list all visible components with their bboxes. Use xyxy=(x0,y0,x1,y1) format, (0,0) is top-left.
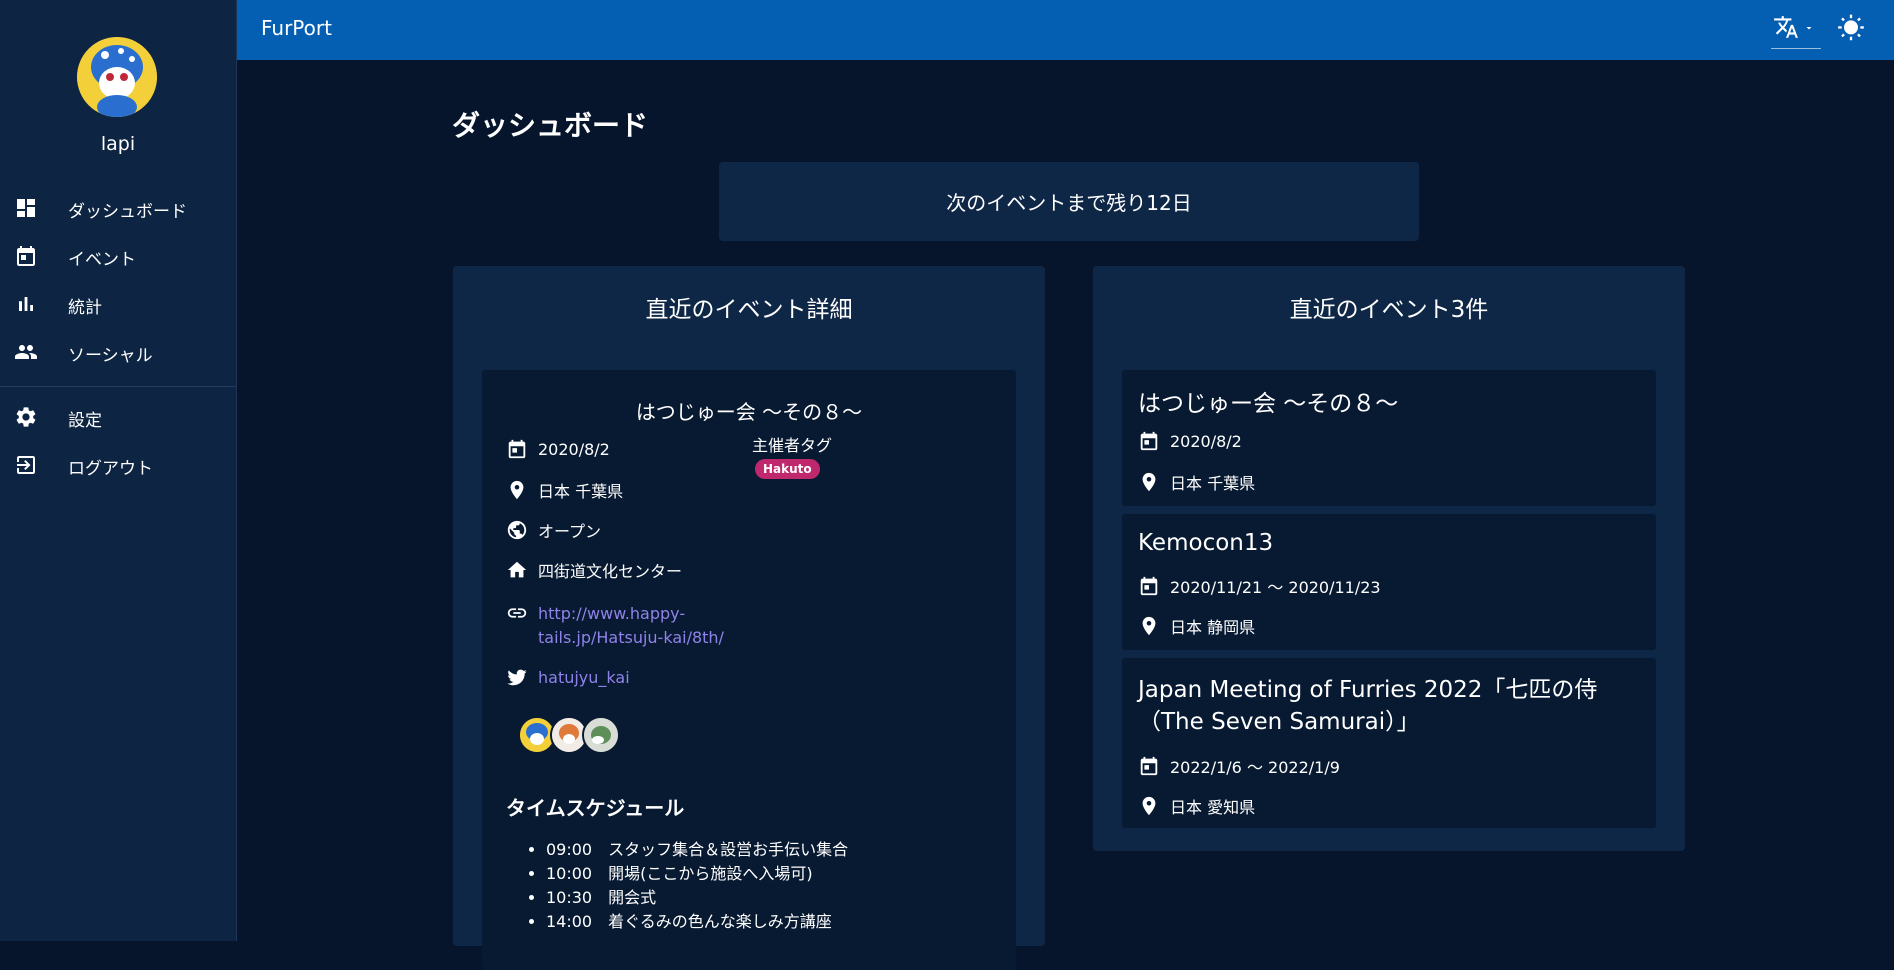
location-pin-icon xyxy=(1142,616,1156,636)
sidebar-item-label: イベント xyxy=(68,250,136,270)
event-twitter-row: hatujyu_kai xyxy=(506,666,630,688)
upcoming-event-location: 日本 静岡県 xyxy=(1170,618,1256,637)
upcoming-event-location: 日本 千葉県 xyxy=(1170,474,1256,493)
event-twitter-link[interactable]: hatujyu_kai xyxy=(538,668,630,687)
upcoming-event-title-line: （The Seven Samurai）」 xyxy=(1138,709,1420,735)
calendar-icon xyxy=(1140,756,1158,776)
event-location: 日本 千葉県 xyxy=(538,482,624,501)
upcoming-event-title: はつじゅー会 ～その８～ xyxy=(1138,391,1399,417)
event-location-row: 日本 千葉県 xyxy=(506,478,623,502)
upcoming-event-date: 2022/1/6 ～ 2022/1/9 xyxy=(1170,758,1340,777)
sidebar-item-statistics[interactable]: 統計 xyxy=(0,280,236,328)
people-icon xyxy=(15,345,37,359)
upcoming-event-location-row: 日本 静岡県 xyxy=(1138,614,1255,638)
card-title: 直近のイベント3件 xyxy=(1289,297,1489,323)
upcoming-event-item[interactable]: Japan Meeting of Furries 2022「七匹の侍 （The … xyxy=(1122,658,1656,828)
card-title: 直近のイベント詳細 xyxy=(645,297,853,323)
sidebar-item-label: 統計 xyxy=(68,298,102,318)
event-date: 2020/8/2 xyxy=(538,439,610,459)
event-venue: 四街道文化センター xyxy=(538,562,683,581)
upcoming-events-card: 直近のイベント3件 はつじゅー会 ～その８～ 2020/8/2 日本 千葉県 K… xyxy=(1093,266,1685,851)
sidebar-item-settings[interactable]: 設定 xyxy=(0,393,236,441)
location-pin-icon xyxy=(1142,796,1156,816)
schedule-item: 14:00 着ぐるみの色んな楽しみ方講座 xyxy=(546,910,848,934)
sidebar-divider xyxy=(0,386,236,387)
sidebar-item-label: ダッシュボード xyxy=(68,202,187,222)
event-detail-panel: はつじゅー会 ～その８～ 2020/8/2 日本 千葉県 オープン 四街道文化セ… xyxy=(482,370,1016,970)
schedule-list: 09:00 スタッフ集合＆設営お手伝い集合 10:00 開場(ここから施設へ入場… xyxy=(526,838,848,934)
upcoming-event-title-line: Japan Meeting of Furries 2022「七匹の侍 xyxy=(1138,677,1598,703)
upcoming-event-title: Japan Meeting of Furries 2022「七匹の侍 （The … xyxy=(1138,674,1597,738)
upcoming-event-date: 2020/8/2 xyxy=(1170,431,1242,451)
upcoming-event-date-row: 2020/8/2 xyxy=(1138,430,1242,452)
sidebar-item-label: ソーシャル xyxy=(68,346,153,366)
page-title: ダッシュボード xyxy=(452,109,649,142)
event-name: はつじゅー会 ～その８～ xyxy=(635,400,863,424)
dashboard-icon xyxy=(17,199,35,217)
logout-icon xyxy=(17,456,35,474)
countdown-text: 次のイベントまで残り12日 xyxy=(946,191,1192,215)
countdown-banner: 次のイベントまで残り12日 xyxy=(719,162,1419,241)
translate-icon xyxy=(1774,16,1798,38)
event-openness-row: オープン xyxy=(506,518,601,542)
participant-avatar[interactable] xyxy=(582,716,620,754)
location-pin-icon xyxy=(1142,472,1156,492)
language-select[interactable] xyxy=(1771,10,1821,49)
upcoming-event-item[interactable]: Kemocon13 2020/11/21 ～ 2020/11/23 日本 静岡県 xyxy=(1122,514,1656,650)
calendar-icon xyxy=(1140,576,1158,596)
location-pin-icon xyxy=(510,480,524,500)
link-icon xyxy=(507,608,527,618)
event-url-link[interactable]: http://www.happy- xyxy=(538,602,724,626)
upcoming-event-location: 日本 愛知県 xyxy=(1170,798,1256,817)
upcoming-event-date-row: 2022/1/6 ～ 2022/1/9 xyxy=(1138,754,1340,778)
chevron-down-icon xyxy=(1806,27,1812,30)
home-icon xyxy=(507,561,527,578)
upcoming-event-location-row: 日本 千葉県 xyxy=(1138,470,1255,494)
calendar-icon xyxy=(1140,431,1158,451)
calendar-icon xyxy=(508,439,526,459)
globe-icon xyxy=(507,520,527,540)
event-detail-card: 直近のイベント詳細 はつじゅー会 ～その８～ 2020/8/2 日本 千葉県 オ… xyxy=(453,266,1045,970)
schedule-title: タイムスケジュール xyxy=(506,796,685,820)
sidebar-item-dashboard[interactable]: ダッシュボード xyxy=(0,184,236,232)
schedule-item: 10:00 開場(ここから施設へ入場可) xyxy=(546,862,848,886)
event-url-row: http://www.happy- tails.jp/Hatsuju-kai/8… xyxy=(506,602,724,650)
sidebar-item-label: 設定 xyxy=(68,411,102,431)
sidebar-item-social[interactable]: ソーシャル xyxy=(0,328,236,376)
user-avatar[interactable] xyxy=(77,37,157,117)
organizer-tag[interactable]: Hakuto xyxy=(755,459,820,479)
upcoming-event-date-row: 2020/11/21 ～ 2020/11/23 xyxy=(1138,574,1381,598)
gear-icon xyxy=(16,407,36,427)
sun-icon xyxy=(1838,14,1864,41)
app-bar: FurPort xyxy=(237,0,1894,60)
upcoming-event-item[interactable]: はつじゅー会 ～その８～ 2020/8/2 日本 千葉県 xyxy=(1122,370,1656,506)
sidebar-item-events[interactable]: イベント xyxy=(0,232,236,280)
event-openness: オープン xyxy=(538,522,602,541)
upcoming-event-location-row: 日本 愛知県 xyxy=(1138,794,1255,818)
upcoming-event-date: 2020/11/21 ～ 2020/11/23 xyxy=(1170,578,1381,597)
sidebar: lapi ダッシュボード イベント 統計 ソーシャル 設定 ログアウト xyxy=(0,0,237,941)
upcoming-event-title: Kemocon13 xyxy=(1138,530,1274,556)
username: lapi xyxy=(100,133,136,155)
schedule-item: 09:00 スタッフ集合＆設営お手伝い集合 xyxy=(546,838,848,862)
bar-chart-icon xyxy=(19,297,33,311)
organizer-tag-label: 主催者タグ xyxy=(752,436,833,455)
twitter-icon xyxy=(507,669,527,686)
event-venue-row: 四街道文化センター xyxy=(506,558,682,582)
event-url-link-cont[interactable]: tails.jp/Hatsuju-kai/8th/ xyxy=(538,626,724,650)
event-date-row: 2020/8/2 xyxy=(506,438,610,460)
calendar-icon xyxy=(17,246,35,266)
theme-toggle-button[interactable] xyxy=(1837,14,1865,42)
sidebar-item-label: ログアウト xyxy=(68,459,153,479)
app-title[interactable]: FurPort xyxy=(261,16,332,40)
sidebar-item-logout[interactable]: ログアウト xyxy=(0,441,236,489)
schedule-item: 10:30 開会式 xyxy=(546,886,848,910)
